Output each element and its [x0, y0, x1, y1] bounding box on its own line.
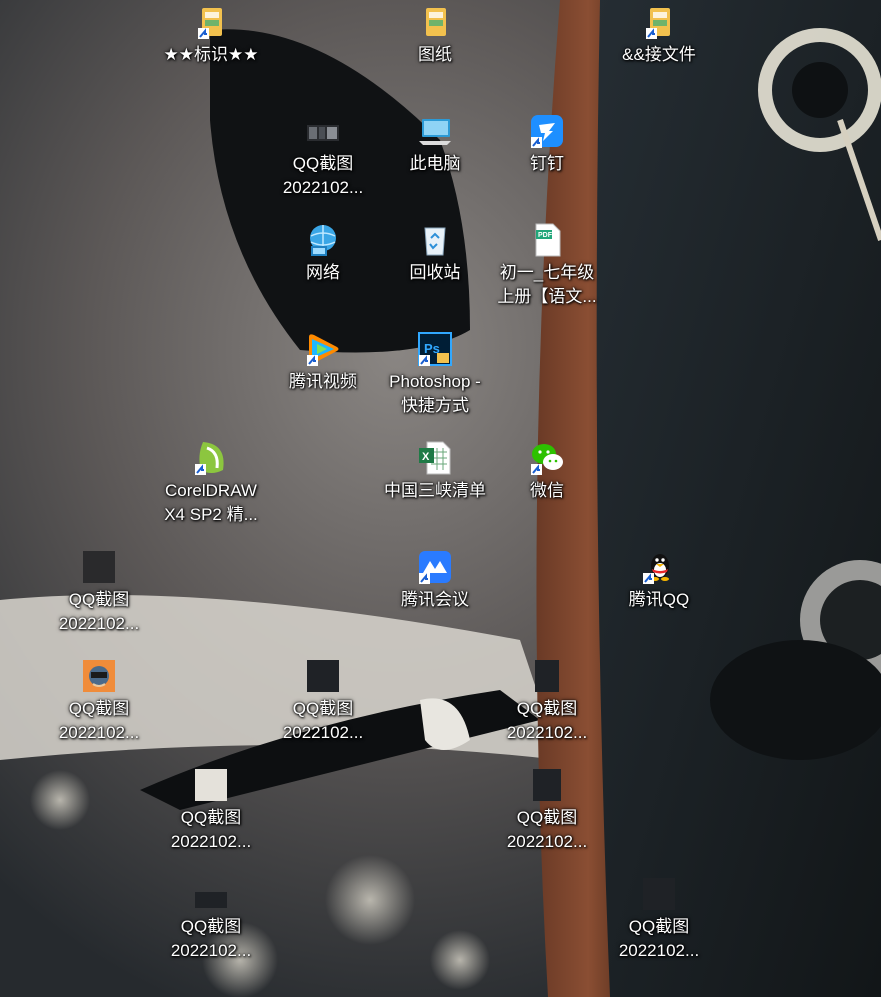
desktop-icon-pdf-chuyi[interactable]: PDF 初一_七年级 上册【语文...	[491, 220, 603, 324]
desktop-icon-tencent-video[interactable]: 腾讯视频	[267, 329, 379, 433]
desktop-icon-tencent-meeting[interactable]: 腾讯会议	[379, 547, 491, 651]
desktop-icon-qq-screenshot[interactable]: QQ截图 2022102...	[267, 111, 379, 215]
folder-shortcut-icon	[641, 4, 677, 40]
desktop-icon-excel-sanxia[interactable]: X 中国三峡清单	[379, 438, 491, 542]
icon-label: QQ截图 2022102...	[506, 699, 588, 742]
icon-label: 腾讯会议	[401, 590, 469, 609]
icon-label: QQ截图 2022102...	[58, 590, 140, 633]
icon-label: 此电脑	[409, 154, 461, 173]
icon-label: QQ截图 2022102...	[506, 808, 588, 851]
folder-shortcut-icon	[193, 4, 229, 40]
desktop-icon-coreldraw[interactable]: CorelDRAW X4 SP2 精...	[155, 438, 267, 542]
icon-label: ★★标识★★	[163, 45, 259, 64]
image-thumbnail-icon	[193, 876, 229, 912]
desktop-icon-this-pc[interactable]: 此电脑	[379, 111, 491, 215]
desktop-icon-qq-screenshot[interactable]: QQ截图 2022102...	[43, 656, 155, 760]
icon-label: QQ截图 2022102...	[170, 917, 252, 960]
desktop-icon-qq-screenshot[interactable]: QQ截图 2022102...	[43, 547, 155, 651]
desktop-icon-biaoshi-folder[interactable]: ★★标识★★	[155, 2, 267, 106]
icon-label: QQ截图 2022102...	[170, 808, 252, 851]
pdf-file-icon: PDF	[529, 222, 565, 258]
desktop-icon-qq-screenshot[interactable]: QQ截图 2022102...	[491, 656, 603, 760]
icon-label: 网络	[306, 263, 340, 282]
excel-file-icon: X	[417, 440, 453, 476]
dingtalk-icon	[529, 113, 565, 149]
svg-text:X: X	[422, 451, 430, 463]
icon-label: QQ截图 2022102...	[282, 699, 364, 742]
icon-label: &&接文件	[622, 45, 696, 64]
icon-label: 图纸	[418, 45, 452, 64]
icon-label: 初一_七年级 上册【语文...	[497, 263, 597, 306]
desktop-icon-jie-wenjian-folder[interactable]: &&接文件	[603, 2, 715, 106]
photoshop-icon: Ps	[417, 331, 453, 367]
desktop-icon-qq-screenshot[interactable]: QQ截图 2022102...	[267, 656, 379, 760]
image-thumbnail-icon	[529, 658, 565, 694]
folder-icon	[417, 4, 453, 40]
qq-penguin-icon	[641, 549, 677, 585]
icon-label: 中国三峡清单	[384, 481, 486, 500]
image-thumbnail-icon	[81, 549, 117, 585]
icon-label: 回收站	[409, 263, 461, 282]
icon-label: QQ截图 2022102...	[58, 699, 140, 742]
image-thumbnail-icon	[305, 658, 341, 694]
desktop-icon-network[interactable]: 网络	[267, 220, 379, 324]
image-thumbnail-icon	[641, 876, 677, 912]
network-icon	[305, 222, 341, 258]
desktop-icon-qq-screenshot[interactable]: QQ截图 2022102...	[603, 874, 715, 978]
tencent-meeting-icon	[417, 549, 453, 585]
tencent-video-icon	[305, 331, 341, 367]
desktop-icon-tencent-qq[interactable]: 腾讯QQ	[603, 547, 715, 651]
desktop-icon-wechat[interactable]: 微信	[491, 438, 603, 542]
icon-label: 钉钉	[530, 154, 564, 173]
icon-label: QQ截图 2022102...	[282, 154, 364, 197]
icon-label: QQ截图 2022102...	[618, 917, 700, 960]
desktop-icon-area: ★★标识★★ 图纸 &&接文件 QQ截图 2022102... 此电脑 钉钉 网…	[0, 0, 881, 997]
desktop-icon-qq-screenshot[interactable]: QQ截图 2022102...	[155, 874, 267, 978]
wechat-icon	[529, 440, 565, 476]
svg-text:PDF: PDF	[538, 232, 553, 239]
image-thumbnail-icon	[81, 658, 117, 694]
icon-label: Photoshop - 快捷方式	[389, 372, 481, 415]
image-thumbnail-icon	[193, 767, 229, 803]
desktop-icon-qq-screenshot[interactable]: QQ截图 2022102...	[491, 765, 603, 869]
desktop-icon-photoshop[interactable]: Ps Photoshop - 快捷方式	[379, 329, 491, 433]
desktop-icon-tuzhi-folder[interactable]: 图纸	[379, 2, 491, 106]
image-thumbnail-icon	[529, 767, 565, 803]
icon-label: 腾讯视频	[289, 372, 357, 391]
icon-label: CorelDRAW X4 SP2 精...	[164, 481, 258, 524]
computer-icon	[417, 113, 453, 149]
recycle-bin-icon	[417, 222, 453, 258]
icon-label: 微信	[530, 481, 564, 500]
desktop-icon-dingtalk[interactable]: 钉钉	[491, 111, 603, 215]
desktop-icon-qq-screenshot[interactable]: QQ截图 2022102...	[155, 765, 267, 869]
desktop-icon-recycle-bin[interactable]: 回收站	[379, 220, 491, 324]
coreldraw-icon	[193, 440, 229, 476]
icon-label: 腾讯QQ	[628, 590, 690, 609]
image-thumbnail-icon	[305, 113, 341, 149]
